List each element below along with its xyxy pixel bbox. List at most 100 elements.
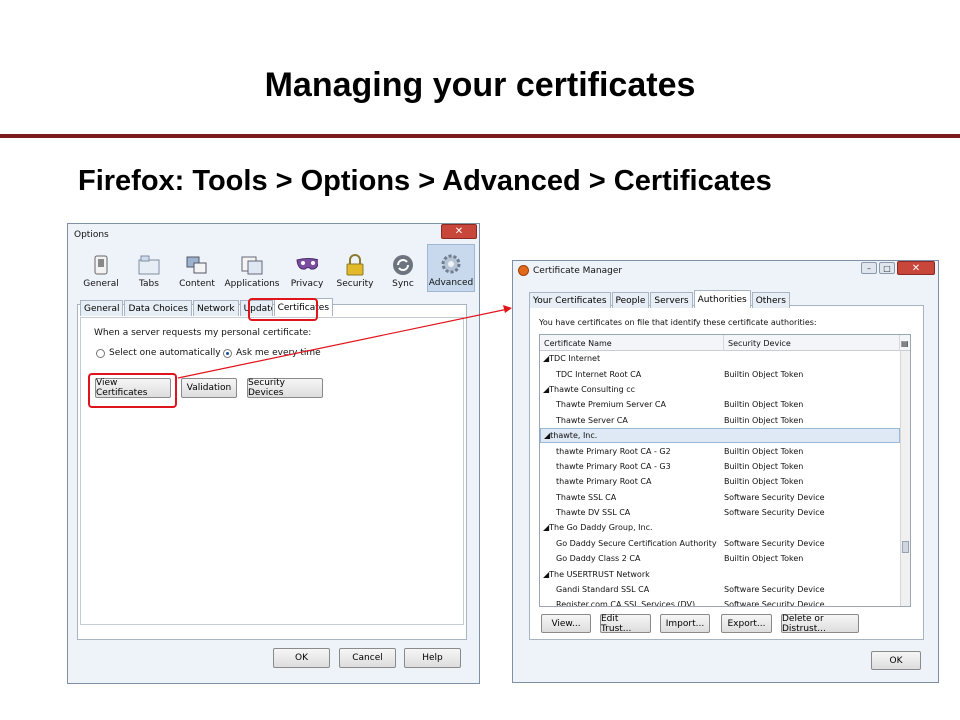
certificate-name-cell: ◢The USERTRUST Network [543, 569, 650, 579]
certificate-row[interactable]: Thawte Premium Server CA Builtin Object T… [540, 397, 900, 412]
toolbar-tabs[interactable]: Tabs [125, 244, 173, 292]
tab-servers[interactable]: Servers [650, 292, 693, 308]
mask-icon [296, 254, 318, 276]
security-device-cell: Software Security Device [724, 538, 825, 548]
certificate-name-cell: thawte Primary Root CA [556, 477, 652, 487]
options-title: Options [74, 230, 109, 240]
scrollbar-thumb[interactable] [902, 541, 909, 553]
security-device-cell: Builtin Object Token [724, 400, 804, 410]
certificate-manager-title: Certificate Manager [533, 266, 623, 276]
certificate-name-cell: ◢Thawte Consulting cc [543, 384, 636, 394]
tab-authorities[interactable]: Authorities [693, 290, 751, 308]
authorities-description: You have certificates on file that ident… [539, 318, 817, 327]
delete-or-distrust-button[interactable]: Delete or Distrust... [781, 614, 859, 634]
certificate-name-cell: Thawte DV SSL CA [556, 508, 631, 518]
certificate-name-cell: ◢The Go Daddy Group, Inc. [543, 523, 653, 533]
certificates-panel [80, 317, 464, 625]
security-device-cell: Software Security Device [724, 600, 825, 607]
tab-people[interactable]: People [611, 292, 650, 308]
certificate-name-cell: Thawte SSL CA [556, 492, 617, 502]
security-device-cell: Builtin Object Token [724, 369, 804, 379]
firefox-icon [518, 265, 529, 276]
certificate-name-cell: thawte Primary Root CA - G2 [556, 446, 671, 456]
view-button[interactable]: View... [541, 614, 591, 633]
certificate-row[interactable]: Thawte DV SSL CA Software Security Device [540, 505, 900, 520]
close-button[interactable]: ✕ [441, 224, 477, 239]
certificate-group-row[interactable]: ◢TDC Internet [540, 351, 900, 366]
toolbar-content[interactable]: Content [173, 244, 221, 292]
slide-title: Managing your certificates [264, 66, 696, 104]
column-security-device[interactable]: Security Device [724, 335, 900, 351]
subtab-network[interactable]: Network [193, 300, 239, 316]
highlight-certificates-tab [248, 298, 318, 321]
toolbar-general[interactable]: General [77, 244, 125, 292]
radio-select-automatically[interactable] [96, 349, 105, 358]
security-device-cell: Software Security Device [724, 492, 825, 502]
toolbar-advanced[interactable]: Advanced [427, 244, 475, 292]
certificate-tree[interactable]: Certificate Name Security Device ▤ ◢TDC … [539, 334, 911, 607]
certificate-group-row[interactable]: ◢Thawte Consulting cc [540, 382, 900, 397]
certificate-row[interactable]: Thawte Server CA Builtin Object Token [540, 413, 900, 428]
import-button[interactable]: Import... [660, 614, 710, 633]
certificate-name-cell: ◢TDC Internet [543, 354, 601, 364]
title-divider [0, 134, 960, 138]
export-button[interactable]: Export... [721, 614, 772, 633]
help-button[interactable]: Help [404, 648, 461, 668]
applications-icon [241, 254, 263, 276]
toolbar-privacy[interactable]: Privacy [283, 244, 331, 292]
cert-ok-button[interactable]: OK [871, 651, 921, 670]
cert-close-button[interactable]: ✕ [897, 261, 935, 275]
options-window: Options ✕ General Tabs Content Applicati… [67, 223, 480, 684]
toolbar-security[interactable]: Security [331, 244, 379, 292]
certificate-name-cell: TDC Internet Root CA [556, 369, 642, 379]
certificate-name-cell: Register.com CA SSL Services (DV) [556, 600, 696, 607]
certificate-group-row[interactable]: ◢thawte, Inc. [540, 427, 900, 444]
tab-your-certificates[interactable]: Your Certificates [529, 292, 611, 308]
certificate-row[interactable]: Thawte SSL CA Software Security Device [540, 490, 900, 505]
certificate-tabs: Your Certificates People Servers Authori… [529, 290, 791, 308]
column-picker-icon[interactable]: ▤ [900, 335, 910, 351]
ok-button[interactable]: OK [273, 648, 330, 668]
certificate-row[interactable]: thawte Primary Root CA Builtin Object Tok… [540, 474, 900, 489]
certificate-name-cell: ◢thawte, Inc. [544, 431, 598, 441]
security-device-cell: Software Security Device [724, 585, 825, 595]
certificate-row[interactable]: TDC Internet Root CA Builtin Object Token [540, 366, 900, 381]
minimize-button[interactable]: – [861, 262, 877, 274]
security-devices-button[interactable]: Security Devices [247, 378, 323, 398]
certificate-row[interactable]: thawte Primary Root CA - G2 Builtin Objec… [540, 443, 900, 458]
security-device-cell: Builtin Object Token [724, 477, 804, 487]
toolbar-applications[interactable]: Applications [221, 244, 283, 292]
tree-rows: ◢TDC Internet TDC Internet Root CA Builtin… [540, 351, 900, 607]
certificate-group-row[interactable]: ◢The USERTRUST Network [540, 566, 900, 581]
content-icon [186, 254, 208, 276]
gear-icon [440, 253, 462, 275]
certificate-group-row[interactable]: ◢The Go Daddy Group, Inc. [540, 520, 900, 535]
certificate-name-cell: thawte Primary Root CA - G3 [556, 461, 671, 471]
highlight-view-certificates [88, 373, 177, 408]
tab-others[interactable]: Others [751, 292, 790, 308]
certificate-row[interactable]: Register.com CA SSL Services (DV) Softwar… [540, 597, 900, 607]
radio-ask-every-time[interactable] [223, 349, 232, 358]
certificate-row[interactable]: Go Daddy Secure Certification Authority S… [540, 536, 900, 551]
subtab-general[interactable]: General [80, 300, 124, 316]
certificate-row[interactable]: Go Daddy Class 2 CA Builtin Object Token [540, 551, 900, 566]
maximize-button[interactable]: □ [879, 262, 895, 274]
edit-trust-button[interactable]: Edit Trust... [600, 614, 651, 634]
radio-select-automatically-label: Select one automatically [109, 348, 221, 358]
request-label: When a server requests my personal certi… [94, 328, 312, 338]
validation-button[interactable]: Validation [181, 378, 237, 398]
certificate-row[interactable]: Gandi Standard SSL CA Software Security D… [540, 582, 900, 597]
security-device-cell: Builtin Object Token [724, 461, 804, 471]
cancel-button[interactable]: Cancel [339, 648, 396, 668]
sync-icon [392, 254, 414, 276]
security-device-cell: Software Security Device [724, 508, 825, 518]
certificate-name-cell: Thawte Server CA [556, 415, 628, 425]
tabs-icon [138, 254, 160, 276]
certificate-name-cell: Thawte Premium Server CA [556, 400, 666, 410]
toolbar-sync[interactable]: Sync [379, 244, 427, 292]
certificate-manager-window: Certificate Manager – □ ✕ Your Certifica… [512, 260, 939, 683]
tree-scrollbar[interactable] [900, 351, 910, 606]
column-certificate-name[interactable]: Certificate Name [540, 335, 724, 351]
subtab-data-choices[interactable]: Data Choices [124, 300, 192, 316]
certificate-row[interactable]: thawte Primary Root CA - G3 Builtin Objec… [540, 459, 900, 474]
